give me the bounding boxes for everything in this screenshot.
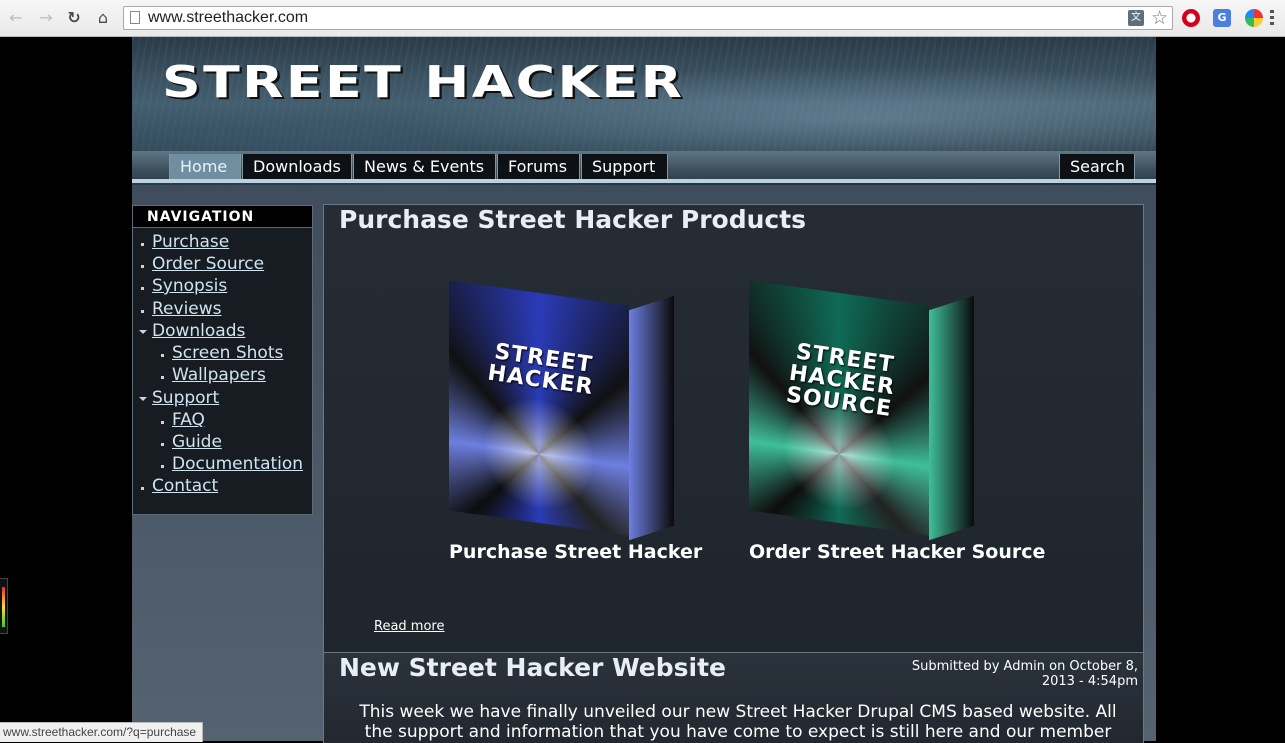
url-text[interactable]: www.streethacker.com <box>148 9 308 27</box>
site-logo[interactable]: STREET HACKER <box>162 57 684 108</box>
reload-icon[interactable]: ↻ <box>64 8 84 28</box>
expanded-caret-icon <box>139 330 147 334</box>
nav-reviews[interactable]: Reviews <box>152 299 222 319</box>
main-menu: Home Downloads News & Events Forums Supp… <box>132 151 1156 182</box>
street-hacker-source-box-image[interactable]: STREET HACKER SOURCE <box>749 263 974 541</box>
nav-order-source[interactable]: Order Source <box>152 254 264 274</box>
bookmark-star-icon[interactable]: ☆ <box>1151 7 1168 29</box>
purchase-title: Purchase Street Hacker Products <box>339 205 807 234</box>
google-translate-icon[interactable]: G <box>1213 9 1231 27</box>
menu-home[interactable]: Home <box>169 154 241 180</box>
bullet-icon <box>141 487 144 490</box>
street-hacker-box-image[interactable]: STREET HACKER <box>449 263 674 541</box>
nav-downloads[interactable]: Downloads <box>152 321 245 341</box>
nav-wallpapers[interactable]: Wallpapers <box>172 365 266 385</box>
news-body: This week we have finally unveiled our n… <box>359 702 1117 742</box>
menu-forums[interactable]: Forums <box>497 154 580 180</box>
forward-arrow-icon[interactable]: → <box>36 8 56 28</box>
pinwheel-extension-icon[interactable] <box>1245 9 1263 27</box>
purchase-street-hacker-link[interactable]: Purchase Street Hacker <box>449 541 702 563</box>
bullet-icon <box>161 421 164 424</box>
bullet-icon <box>141 310 144 313</box>
nav-purchase[interactable]: Purchase <box>152 232 229 252</box>
bullet-icon <box>141 243 144 246</box>
nav-synopsis[interactable]: Synopsis <box>152 276 227 296</box>
news-title[interactable]: New Street Hacker Website <box>339 653 726 682</box>
news-block: New Street Hacker Website Submitted by A… <box>323 653 1144 743</box>
nav-documentation[interactable]: Documentation <box>172 454 303 474</box>
bullet-icon <box>141 265 144 268</box>
navigation-title: NAVIGATION <box>133 206 312 228</box>
box-side-face <box>929 295 974 541</box>
navigation-block: NAVIGATION Purchase Order Source Synopsi… <box>132 205 313 515</box>
box-front-face <box>449 280 629 536</box>
nav-support[interactable]: Support <box>152 388 219 408</box>
address-bar[interactable]: www.streethacker.com 文 ☆ <box>123 6 1173 30</box>
menu-divider <box>132 179 1156 183</box>
menu-downloads[interactable]: Downloads <box>242 154 352 180</box>
nav-contact[interactable]: Contact <box>152 476 218 496</box>
expanded-caret-icon <box>139 397 147 401</box>
translate-icon[interactable]: 文 <box>1128 10 1144 26</box>
nav-screen-shots[interactable]: Screen Shots <box>172 343 283 363</box>
side-gauge-widget <box>0 578 8 634</box>
status-bar: www.streethacker.com/?q=purchase <box>0 722 204 742</box>
back-arrow-icon[interactable]: ← <box>6 8 26 28</box>
site-header: STREET HACKER Home Downloads News & Even… <box>132 37 1156 185</box>
bullet-icon <box>161 354 164 357</box>
box-side-face <box>629 295 674 541</box>
menu-support[interactable]: Support <box>581 154 668 180</box>
read-more-link[interactable]: Read more <box>374 619 444 634</box>
browser-menu-icon[interactable] <box>1270 10 1274 26</box>
bullet-icon <box>161 376 164 379</box>
bullet-icon <box>161 465 164 468</box>
nav-guide[interactable]: Guide <box>172 432 222 452</box>
browser-toolbar: ← → ↻ ⌂ www.streethacker.com 文 ☆ G <box>0 0 1285 37</box>
page-icon <box>130 11 140 24</box>
bullet-icon <box>161 443 164 446</box>
home-icon[interactable]: ⌂ <box>93 8 113 28</box>
menu-news-events[interactable]: News & Events <box>353 154 496 180</box>
menu-search[interactable]: Search <box>1059 154 1135 180</box>
purchase-block: Purchase Street Hacker Products STREET H… <box>323 204 1144 653</box>
order-source-link[interactable]: Order Street Hacker Source <box>749 541 1045 563</box>
site-container: STREET HACKER Home Downloads News & Even… <box>132 37 1156 743</box>
bullet-icon <box>141 287 144 290</box>
opera-extension-icon[interactable] <box>1182 9 1200 27</box>
nav-faq[interactable]: FAQ <box>172 410 205 430</box>
submitted-info: Submitted by Admin on October 8, 2013 - … <box>911 659 1138 689</box>
